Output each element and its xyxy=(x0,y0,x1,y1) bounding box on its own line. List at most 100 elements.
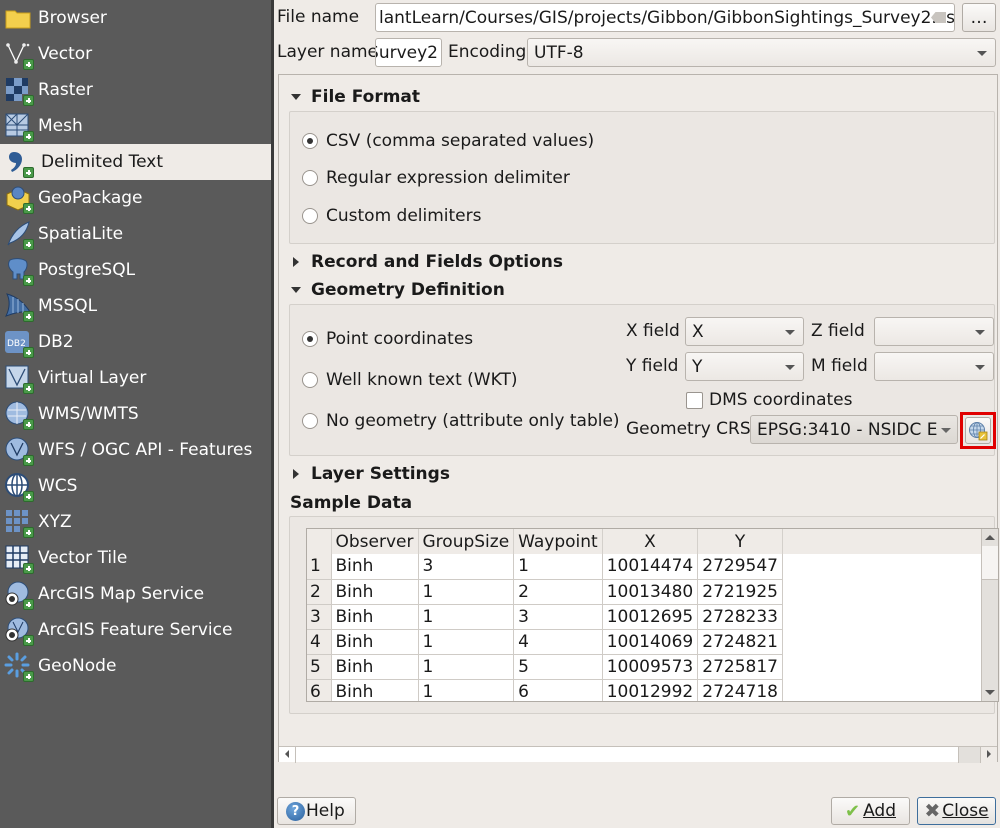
radio-csv[interactable]: CSV (comma separated values) xyxy=(302,131,594,151)
table-row[interactable]: 3 Binh 1 3 10012695 2728233 xyxy=(307,604,783,630)
layer-settings-toggle[interactable]: Layer Settings xyxy=(291,464,450,484)
table-cell[interactable]: Binh xyxy=(331,604,419,630)
sidebar-item-virtual-layer[interactable]: Virtual Layer xyxy=(0,360,271,396)
row-number[interactable]: 5 xyxy=(307,654,332,680)
table-cell[interactable]: Binh xyxy=(331,554,419,580)
table-corner[interactable] xyxy=(307,529,332,554)
record-fields-toggle[interactable]: Record and Fields Options xyxy=(291,252,563,272)
column-header[interactable]: Waypoint xyxy=(513,529,603,554)
column-header[interactable]: GroupSize xyxy=(418,529,515,554)
table-cell[interactable]: Binh xyxy=(331,629,419,655)
table-vertical-scrollbar[interactable] xyxy=(981,529,998,701)
table-cell[interactable]: 2729547 xyxy=(697,554,783,580)
m-field-select[interactable] xyxy=(874,352,994,381)
table-cell[interactable]: 3 xyxy=(513,604,603,630)
table-cell[interactable]: 1 xyxy=(418,679,515,701)
table-cell[interactable]: 2 xyxy=(513,579,603,605)
row-number[interactable]: 4 xyxy=(307,629,332,655)
sidebar-item-vector-tile[interactable]: Vector Tile xyxy=(0,540,271,576)
column-header[interactable]: Y xyxy=(697,529,783,554)
layer-name-input[interactable]: Survey2 xyxy=(375,38,442,67)
scroll-left-button[interactable] xyxy=(279,747,296,763)
table-cell[interactable]: Binh xyxy=(331,654,419,680)
radio-custom[interactable]: Custom delimiters xyxy=(302,206,481,226)
sidebar-item-mssql[interactable]: MSSQL xyxy=(0,288,271,324)
radio-point-coordinates[interactable]: Point coordinates xyxy=(302,329,473,349)
geometry-definition-toggle[interactable]: Geometry Definition xyxy=(291,280,505,300)
x-field-select[interactable]: X xyxy=(685,317,804,346)
scroll-thumb[interactable] xyxy=(982,546,998,580)
column-header[interactable]: X xyxy=(602,529,699,554)
table-cell[interactable]: 1 xyxy=(418,629,515,655)
table-cell[interactable]: 4 xyxy=(513,629,603,655)
table-cell[interactable]: 1 xyxy=(418,604,515,630)
scroll-thumb[interactable] xyxy=(958,747,980,763)
sidebar-item-raster[interactable]: Raster xyxy=(0,72,271,108)
sidebar-item-arcgis-feature-service[interactable]: ArcGIS Feature Service xyxy=(0,612,271,648)
radio-wkt[interactable]: Well known text (WKT) xyxy=(302,370,517,390)
table-cell[interactable]: 2725817 xyxy=(697,654,783,680)
sidebar-item-db2[interactable]: DB2 DB2 xyxy=(0,324,271,360)
row-number[interactable]: 3 xyxy=(307,604,332,630)
options-scroll-area[interactable]: File Format CSV (comma separated values)… xyxy=(278,74,999,763)
table-cell[interactable]: 10012992 xyxy=(602,679,699,701)
sidebar-item-spatialite[interactable]: SpatiaLite xyxy=(0,216,271,252)
table-row[interactable]: 2 Binh 1 2 10013480 2721925 xyxy=(307,579,783,605)
sidebar-item-wcs[interactable]: WCS xyxy=(0,468,271,504)
table-cell[interactable]: 2721925 xyxy=(697,579,783,605)
table-cell[interactable]: 1 xyxy=(418,654,515,680)
radio-regex[interactable]: Regular expression delimiter xyxy=(302,168,570,188)
table-cell[interactable]: Binh xyxy=(331,679,419,701)
table-row[interactable]: 6 Binh 1 6 10012992 2724718 xyxy=(307,679,783,701)
column-header[interactable]: Observer xyxy=(331,529,419,554)
y-field-select[interactable]: Y xyxy=(685,352,804,381)
add-button[interactable]: ✔ Add xyxy=(831,797,910,825)
table-row[interactable]: 1 Binh 3 1 10014474 2729547 xyxy=(307,554,783,580)
table-cell[interactable]: 2724821 xyxy=(697,629,783,655)
sidebar-item-mesh[interactable]: Mesh xyxy=(0,108,271,144)
table-cell[interactable]: 2728233 xyxy=(697,604,783,630)
dms-coordinates-checkbox[interactable]: DMS coordinates xyxy=(686,390,852,410)
scroll-right-button[interactable] xyxy=(980,747,997,763)
close-button[interactable]: ✖ Close xyxy=(917,797,996,825)
table-cell[interactable]: 2724718 xyxy=(697,679,783,701)
table-row[interactable]: 5 Binh 1 5 10009573 2725817 xyxy=(307,654,783,680)
sidebar-item-arcgis-map-service[interactable]: ArcGIS Map Service xyxy=(0,576,271,612)
table-row[interactable]: 4 Binh 1 4 10014069 2724821 xyxy=(307,629,783,655)
table-cell[interactable]: 5 xyxy=(513,654,603,680)
table-cell[interactable]: 6 xyxy=(513,679,603,701)
radio-no-geometry[interactable]: No geometry (attribute only table) xyxy=(302,411,620,431)
sidebar-item-vector[interactable]: Vector xyxy=(0,36,271,72)
sidebar-item-delimited-text[interactable]: Delimited Text xyxy=(0,144,271,180)
sample-data-table[interactable]: Observer GroupSize Waypoint X Y 1 Binh 3 1 10014… xyxy=(306,528,999,702)
row-number[interactable]: 1 xyxy=(307,554,332,580)
table-cell[interactable]: 10013480 xyxy=(602,579,699,605)
scroll-up-icon[interactable] xyxy=(985,535,995,540)
scroll-down-icon[interactable] xyxy=(985,690,995,695)
table-cell[interactable]: 10009573 xyxy=(602,654,699,680)
table-cell[interactable]: 10014474 xyxy=(602,554,699,580)
select-crs-button[interactable] xyxy=(965,417,991,444)
help-button[interactable]: ? Help xyxy=(277,797,356,825)
file-format-toggle[interactable]: File Format xyxy=(291,87,420,107)
browse-button[interactable]: … xyxy=(962,3,996,32)
table-cell[interactable]: 1 xyxy=(418,579,515,605)
file-name-input[interactable]: lantLearn/Courses/GIS/projects/Gibbon/Gi… xyxy=(375,3,955,32)
table-cell[interactable]: Binh xyxy=(331,579,419,605)
z-field-select[interactable] xyxy=(874,317,994,346)
sidebar-item-geonode[interactable]: GeoNode xyxy=(0,648,271,684)
sidebar-item-wms-wmts[interactable]: WMS/WMTS xyxy=(0,396,271,432)
sidebar-item-wfs-ogc-api-features[interactable]: WFS / OGC API - Features xyxy=(0,432,271,468)
geometry-crs-select[interactable]: EPSG:3410 - NSIDC EAS xyxy=(750,415,958,444)
sidebar-item-geopackage[interactable]: GeoPackage xyxy=(0,180,271,216)
row-number[interactable]: 2 xyxy=(307,579,332,605)
horizontal-scrollbar[interactable] xyxy=(279,746,997,763)
encoding-select[interactable]: UTF-8 xyxy=(527,38,996,67)
table-cell[interactable]: 10012695 xyxy=(602,604,699,630)
table-cell[interactable]: 3 xyxy=(418,554,515,580)
row-number[interactable]: 6 xyxy=(307,679,332,701)
sidebar-item-postgresql[interactable]: PostgreSQL xyxy=(0,252,271,288)
table-cell[interactable]: 1 xyxy=(513,554,603,580)
sidebar-item-xyz[interactable]: XYZ xyxy=(0,504,271,540)
sidebar-item-browser[interactable]: Browser xyxy=(0,0,271,36)
